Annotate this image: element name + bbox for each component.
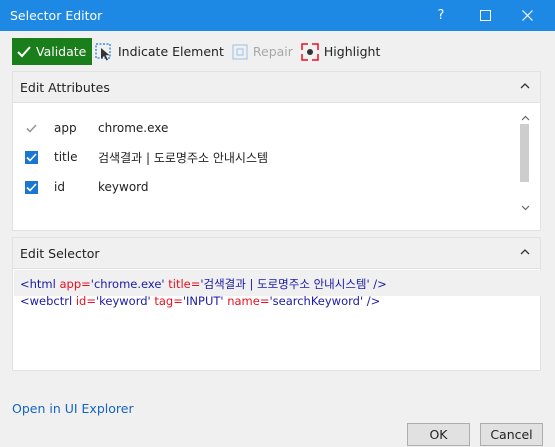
checkmark-icon: [26, 152, 37, 162]
scroll-up-button[interactable]: [518, 112, 532, 124]
cancel-button[interactable]: Cancel: [480, 423, 543, 446]
checkmark-icon: [26, 123, 37, 133]
checkmark-icon: [26, 182, 37, 192]
window-title: Selector Editor: [10, 8, 103, 23]
attribute-checkbox-app[interactable]: [25, 121, 38, 135]
code-value: 'searchKeyword': [269, 294, 364, 308]
attribute-name: id: [54, 180, 65, 194]
code-attribute: title=: [164, 277, 201, 291]
attribute-row-app: app chrome.exe: [25, 118, 168, 138]
attribute-list: app chrome.exe title 검색결과 | 도로명주소 안내시스템 …: [13, 104, 523, 210]
attribute-value[interactable]: keyword: [98, 180, 149, 194]
scrollbar-thumb[interactable]: [520, 124, 529, 182]
attribute-checkbox-name[interactable]: [25, 209, 38, 210]
code-value: 'INPUT': [182, 294, 224, 308]
code-attribute: name=: [223, 294, 270, 308]
highlight-button[interactable]: Highlight: [301, 42, 381, 61]
chevron-down-icon: [521, 205, 529, 211]
code-attribute: tag=: [150, 294, 183, 308]
code-tag: />: [363, 294, 381, 308]
repair-button[interactable]: Repair: [232, 43, 293, 60]
code-tag: <webctrl: [20, 294, 76, 308]
attribute-row-id: id keyword: [25, 177, 149, 197]
code-value: 'chrome.exe': [90, 277, 165, 291]
code-value: 'keyword': [95, 294, 151, 308]
attribute-row-name: name searchKeyword: [25, 206, 189, 210]
attribute-name: title: [54, 150, 78, 164]
maximize-icon: [479, 9, 491, 21]
indicate-element-label: Indicate Element: [118, 44, 224, 59]
edit-attributes-header[interactable]: Edit Attributes: [13, 72, 540, 103]
edit-attributes-title: Edit Attributes: [20, 80, 110, 95]
code-attribute: id=: [75, 294, 96, 308]
close-button[interactable]: [512, 4, 542, 26]
attribute-value[interactable]: searchKeyword: [98, 209, 189, 210]
indicate-element-icon: [95, 42, 111, 60]
repair-icon: [232, 43, 248, 60]
edit-selector-header[interactable]: Edit Selector: [13, 238, 540, 269]
attribute-name: name: [54, 209, 94, 210]
ok-button[interactable]: OK: [407, 423, 470, 446]
maximize-button[interactable]: [470, 4, 500, 26]
validate-button[interactable]: Validate: [12, 38, 92, 65]
code-tag: />: [369, 277, 387, 291]
help-button[interactable]: ?: [426, 4, 456, 26]
repair-label: Repair: [252, 44, 293, 59]
edit-selector-panel: Edit Selector <html app='chrome.exe' tit…: [12, 237, 541, 371]
edit-selector-title: Edit Selector: [20, 246, 100, 261]
toolbar: Validate Indicate Element Repair Highlig…: [12, 38, 380, 65]
attribute-value[interactable]: chrome.exe: [98, 121, 168, 135]
highlight-label: Highlight: [323, 44, 381, 59]
indicate-element-button[interactable]: Indicate Element: [95, 42, 224, 61]
chevron-up-icon[interactable]: [520, 248, 530, 255]
selector-line: <webctrl id='keyword' tag='INPUT' name='…: [20, 293, 387, 310]
code-attribute: app=: [59, 277, 91, 291]
selector-line: <html app='chrome.exe' title='검색결과 | 도로명…: [20, 276, 387, 293]
selector-code[interactable]: <html app='chrome.exe' title='검색결과 | 도로명…: [20, 276, 387, 310]
code-tag: <html: [20, 277, 60, 291]
attribute-value[interactable]: 검색결과 | 도로명주소 안내시스템: [98, 149, 268, 166]
attribute-row-title: title 검색결과 | 도로명주소 안내시스템: [25, 147, 268, 167]
attribute-scrollbar[interactable]: [518, 108, 532, 211]
close-icon: [521, 9, 533, 21]
check-icon: [17, 45, 31, 57]
scroll-down-button[interactable]: [518, 202, 532, 214]
validate-label: Validate: [36, 44, 87, 59]
chevron-up-icon[interactable]: [520, 82, 530, 89]
edit-attributes-panel: Edit Attributes app chrome.exe title 검색결…: [12, 71, 541, 231]
title-bar: Selector Editor ?: [0, 0, 555, 31]
chevron-up-icon: [521, 115, 529, 121]
attribute-checkbox-title[interactable]: [25, 150, 38, 164]
attribute-checkbox-id[interactable]: [25, 180, 38, 194]
attribute-name: app: [54, 121, 77, 135]
open-in-ui-explorer-link[interactable]: Open in UI Explorer: [12, 401, 134, 416]
code-value: '검색결과 | 도로명주소 안내시스템': [200, 277, 370, 291]
highlight-icon: [301, 42, 319, 61]
